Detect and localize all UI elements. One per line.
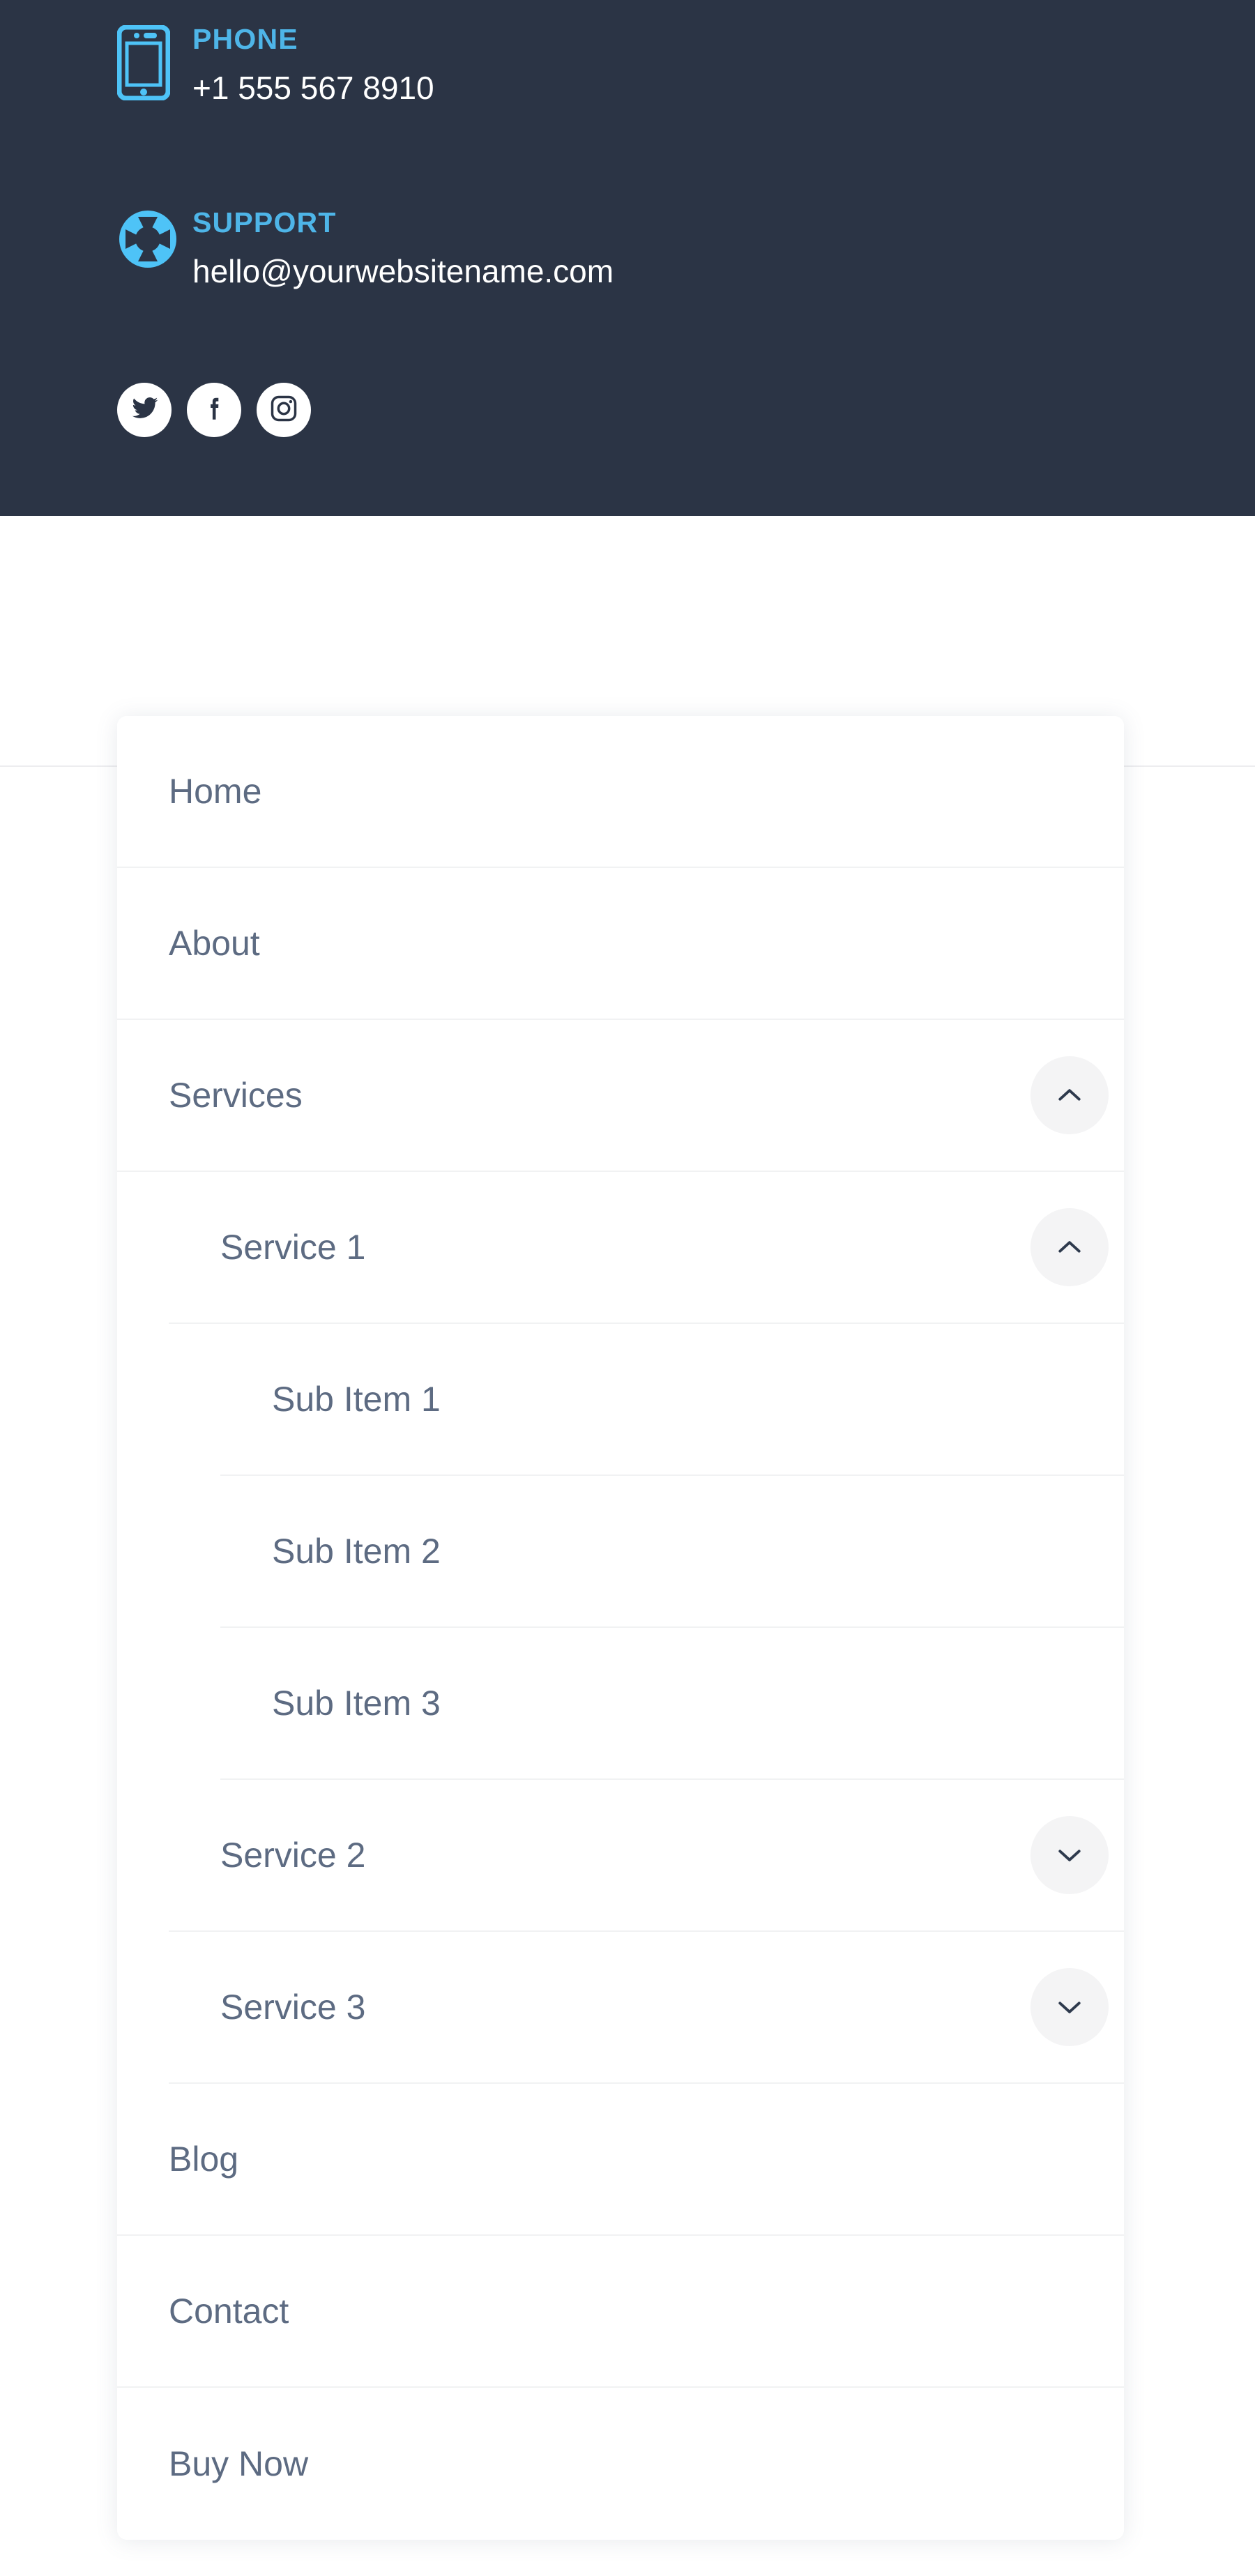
- mobile-navigation-menu: Home About Services Service 1 Sub Item 1 Sub …: [117, 716, 1124, 2540]
- menu-item-blog[interactable]: Blog: [117, 2084, 1124, 2236]
- menu-item-label: Service 3: [220, 1988, 366, 2027]
- contact-label-support: SUPPORT: [192, 206, 337, 238]
- contact-label-phone: PHONE: [192, 23, 298, 55]
- menu-item-label: Home: [169, 772, 262, 811]
- facebook-icon: [199, 394, 229, 427]
- instagram-icon: [268, 393, 299, 427]
- menu-item-buy-now[interactable]: Buy Now: [117, 2388, 1124, 2540]
- menu-item-label: Buy Now: [169, 2444, 309, 2483]
- chevron-up-icon[interactable]: [1030, 1208, 1109, 1286]
- menu-item-label: Sub Item 2: [272, 1532, 441, 1571]
- menu-item-label: About: [169, 924, 260, 963]
- contact-value-phone[interactable]: +1 555 567 8910: [192, 70, 434, 106]
- menu-item-label: Blog: [169, 2140, 239, 2179]
- menu-item-label: Services: [169, 1076, 303, 1115]
- contact-block-support: SUPPORT hello@yourwebsitename.com: [117, 204, 614, 289]
- contact-value-support[interactable]: hello@yourwebsitename.com: [192, 254, 614, 289]
- contact-block-phone: PHONE +1 555 567 8910: [117, 21, 434, 106]
- lifebuoy-support-icon: [117, 204, 192, 270]
- social-links: [117, 383, 311, 437]
- menu-item-services[interactable]: Services: [117, 1020, 1124, 1172]
- menu-item-sub-item-2[interactable]: Sub Item 2: [220, 1476, 1124, 1628]
- menu-item-home[interactable]: Home: [117, 716, 1124, 868]
- menu-item-label: Contact: [169, 2292, 289, 2331]
- contact-text-support: SUPPORT hello@yourwebsitename.com: [192, 204, 614, 289]
- menu-item-service-2[interactable]: Service 2: [169, 1780, 1124, 1932]
- mobile-phone-icon: [117, 21, 192, 100]
- menu-item-service-3[interactable]: Service 3: [169, 1932, 1124, 2084]
- social-link-twitter[interactable]: [117, 383, 172, 437]
- contact-text-phone: PHONE +1 555 567 8910: [192, 21, 434, 106]
- menu-item-label: Sub Item 3: [272, 1684, 441, 1723]
- top-contact-bar: PHONE +1 555 567 8910 SUPPORT hello@your…: [0, 0, 1255, 516]
- social-link-facebook[interactable]: [187, 383, 241, 437]
- menu-item-label: Service 1: [220, 1228, 366, 1267]
- chevron-down-icon[interactable]: [1030, 1816, 1109, 1894]
- social-link-instagram[interactable]: [257, 383, 311, 437]
- chevron-down-icon[interactable]: [1030, 1968, 1109, 2046]
- menu-item-about[interactable]: About: [117, 868, 1124, 1020]
- twitter-icon: [130, 394, 159, 427]
- menu-item-service-1[interactable]: Service 1: [169, 1172, 1124, 1324]
- menu-item-sub-item-1[interactable]: Sub Item 1: [220, 1324, 1124, 1476]
- menu-item-label: Service 2: [220, 1836, 366, 1875]
- menu-item-contact[interactable]: Contact: [117, 2236, 1124, 2388]
- chevron-up-icon[interactable]: [1030, 1056, 1109, 1134]
- menu-item-sub-item-3[interactable]: Sub Item 3: [220, 1628, 1124, 1780]
- menu-item-label: Sub Item 1: [272, 1380, 441, 1419]
